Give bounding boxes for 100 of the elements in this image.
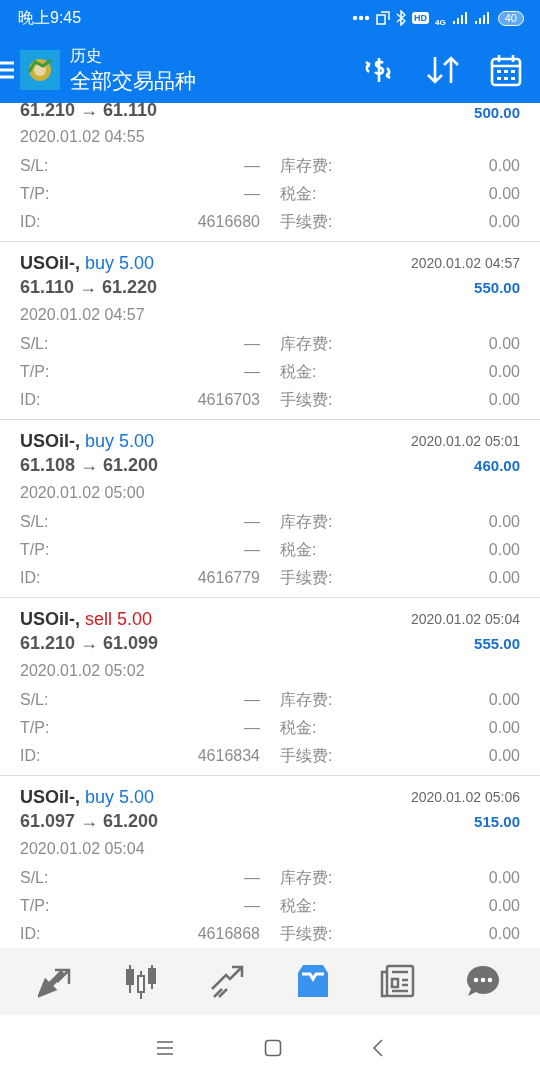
price-range: 61.108 → 61.200 [20, 454, 159, 476]
price-range: 61.210 → 61.110 [20, 103, 158, 121]
field-label: ID: [20, 747, 41, 765]
field-value: 0.00 [488, 691, 520, 709]
open-time: 2020.01.02 05:02 [20, 661, 146, 681]
menu-icon[interactable] [156, 1039, 174, 1056]
field-value: 0.00 [488, 157, 520, 175]
field-value: — [244, 691, 260, 709]
screen-title: 历史 [70, 45, 103, 66]
status-time: 晚上9:45 [18, 7, 82, 28]
home-icon[interactable] [264, 1038, 282, 1057]
app-logo-icon [20, 49, 60, 90]
menu-icon[interactable] [0, 59, 14, 80]
field-value: 0.00 [488, 185, 520, 203]
close-time: 2020.01.02 05:04 [411, 611, 520, 627]
field-value: 0.00 [488, 925, 520, 943]
open-time: 2020.01.02 05:00 [20, 483, 146, 503]
field-label: S/L: [20, 691, 49, 709]
field-label: S/L: [20, 869, 49, 887]
back-icon[interactable] [372, 1038, 384, 1057]
field-label: 库存费: [280, 155, 333, 176]
field-label: ID: [20, 925, 41, 943]
trade-title: USOil-, buy 5.00 [20, 252, 155, 274]
field-value: 4616703 [197, 391, 260, 409]
field-label: 手续费: [280, 923, 333, 944]
profit-value: 515.00 [474, 812, 520, 830]
field-label: 税金: [280, 183, 317, 204]
field-label: T/P: [20, 185, 50, 203]
field-value: — [244, 541, 260, 559]
field-label: 税金: [280, 717, 317, 738]
field-value: — [244, 363, 260, 381]
field-value: 0.00 [488, 747, 520, 765]
profit-value: 460.00 [474, 456, 520, 474]
profit-value: 550.00 [474, 278, 520, 296]
field-label: S/L: [20, 513, 49, 531]
trade-title: USOil-, buy 5.00 [20, 430, 155, 452]
field-label: 手续费: [280, 211, 333, 232]
field-value: 0.00 [488, 213, 520, 231]
price-range: 61.097 → 61.200 [20, 810, 159, 832]
battery-level: 40 [497, 10, 524, 26]
close-time: 2020.01.02 05:06 [411, 789, 520, 805]
field-value: — [244, 185, 260, 203]
field-label: T/P: [20, 541, 50, 559]
trade-title: USOil-, buy 5.00 [20, 786, 155, 808]
field-value: 4616834 [197, 747, 260, 765]
field-value: 0.00 [488, 363, 520, 381]
field-label: 税金: [280, 895, 317, 916]
field-label: 库存费: [280, 511, 333, 532]
field-value: — [244, 897, 260, 915]
field-label: 手续费: [280, 745, 333, 766]
symbol-filter[interactable]: 全部交易品种 [70, 66, 360, 95]
field-value: 0.00 [488, 869, 520, 887]
field-value: — [244, 869, 260, 887]
sim-icon [376, 11, 391, 25]
field-value: — [244, 513, 260, 531]
price-range: 61.210 → 61.099 [20, 632, 159, 654]
field-label: 税金: [280, 361, 317, 382]
open-time: 2020.01.02 04:55 [20, 127, 146, 147]
trade-title: USOil-, sell 5.00 [20, 608, 153, 630]
field-label: 税金: [280, 539, 317, 560]
field-value: — [244, 157, 260, 175]
field-label: 手续费: [280, 567, 333, 588]
signal-icon [473, 11, 492, 25]
field-value: 4616868 [197, 925, 260, 943]
field-value: 0.00 [488, 513, 520, 531]
hd-badge: HD [412, 12, 430, 24]
profit-value: 500.00 [474, 104, 520, 121]
field-value: 0.00 [488, 719, 520, 737]
network-type: 4G [435, 18, 446, 27]
field-label: T/P: [20, 897, 50, 915]
field-label: T/P: [20, 363, 50, 381]
more-icon [352, 15, 371, 21]
field-label: 库存费: [280, 333, 333, 354]
field-value: 0.00 [488, 897, 520, 915]
field-label: S/L: [20, 335, 49, 353]
field-value: — [244, 335, 260, 353]
field-value: 0.00 [488, 569, 520, 587]
open-time: 2020.01.02 04:57 [20, 305, 146, 325]
bluetooth-icon [396, 10, 407, 26]
field-label: S/L: [20, 157, 49, 175]
field-value: — [244, 719, 260, 737]
field-label: 手续费: [280, 389, 333, 410]
field-label: 库存费: [280, 867, 333, 888]
close-time: 2020.01.02 05:01 [411, 433, 520, 449]
field-label: T/P: [20, 719, 50, 737]
field-value: 0.00 [488, 541, 520, 559]
field-value: 0.00 [488, 335, 520, 353]
signal-icon [451, 11, 468, 25]
sort-icon[interactable] [426, 54, 460, 85]
close-time: 2020.01.02 04:57 [411, 255, 520, 271]
profit-value: 555.00 [474, 634, 520, 652]
field-label: 库存费: [280, 689, 333, 710]
field-label: ID: [20, 391, 41, 409]
field-label: ID: [20, 569, 41, 587]
field-label: ID: [20, 213, 41, 231]
open-time: 2020.01.02 05:04 [20, 839, 146, 859]
calendar-icon[interactable] [490, 52, 522, 87]
field-value: 4616680 [197, 213, 260, 231]
field-value: 0.00 [488, 391, 520, 409]
price-range: 61.110 → 61.220 [20, 276, 158, 298]
